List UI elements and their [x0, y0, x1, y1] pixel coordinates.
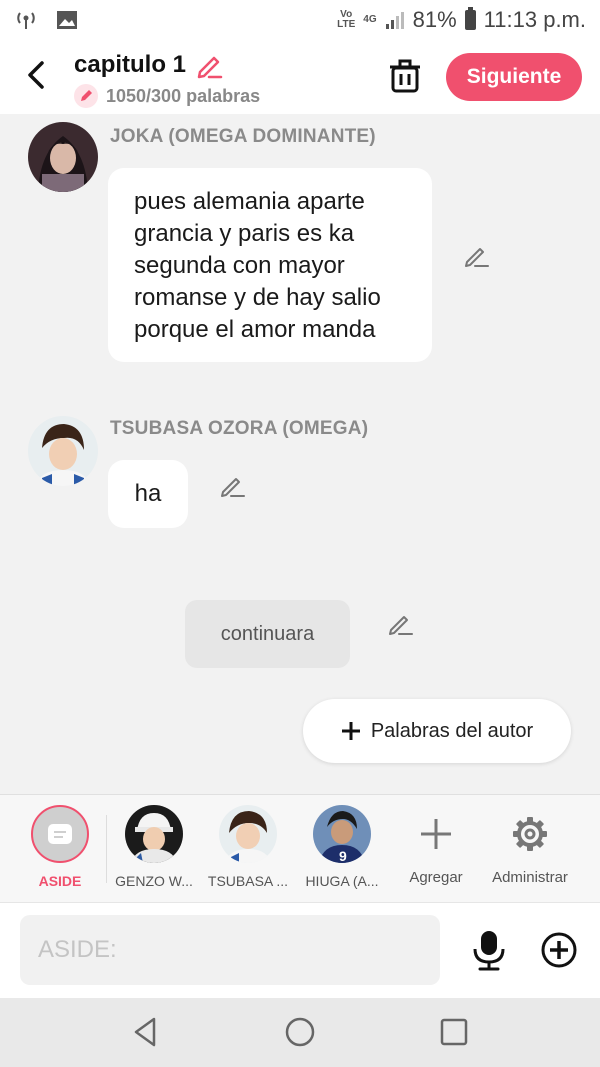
character-tsubasa[interactable]: TSUBASA ... [202, 805, 294, 889]
signal-icon [385, 12, 404, 29]
message-line: segunda con mayor [134, 252, 345, 279]
clock: 11:13 p.m. [483, 7, 586, 32]
character-genzo[interactable]: GENZO W... [108, 805, 200, 889]
status-bar: Vo LTE 4G 81% 11:13 p.m. [0, 0, 600, 40]
character-label: HIUGA (A... [305, 873, 379, 889]
character-label: ASIDE [38, 873, 82, 889]
word-count: 1050/300 palabras [106, 85, 261, 106]
battery-percent: 81% [412, 7, 457, 32]
microphone-icon[interactable] [470, 929, 508, 971]
character-hiuga[interactable]: 9 HIUGA (A... [296, 805, 388, 889]
add-character-label: Agregar [409, 869, 463, 886]
speaker-name: TSUBASA OZORA (OMEGA) [110, 418, 369, 439]
add-character-button[interactable]: Agregar [390, 805, 482, 886]
next-button[interactable]: Siguiente [446, 53, 582, 101]
system-nav-bar [0, 998, 600, 1067]
avatar-tsubasa[interactable] [28, 416, 98, 486]
author-words-button[interactable]: Palabras del autor [303, 699, 571, 763]
plus-icon [390, 805, 482, 863]
gear-icon [484, 805, 576, 863]
volte-indicator: Vo LTE [337, 9, 356, 30]
author-words-label: Palabras del autor [370, 719, 534, 742]
message-line: romanse y de hay salio [134, 284, 381, 311]
composer [0, 902, 600, 998]
speaker-name: JOKA (OMEGA DOMINANTE) [110, 126, 376, 147]
home-circle-icon[interactable] [282, 1014, 318, 1050]
gallery-icon [57, 11, 77, 29]
manage-characters-button[interactable]: Administrar [484, 805, 576, 886]
message-input[interactable] [20, 915, 440, 985]
narration-text: continuara [220, 622, 315, 645]
character-avatar [219, 805, 277, 863]
chapter-title: capitulo 1 [74, 51, 187, 78]
edit-title-pencil-icon[interactable] [194, 50, 224, 80]
manage-characters-label: Administrar [492, 869, 568, 886]
data-indicator: 4G [363, 14, 377, 25]
character-label: TSUBASA ... [207, 873, 289, 889]
edit-narration-pencil-icon[interactable] [386, 610, 414, 638]
back-triangle-icon[interactable] [128, 1014, 164, 1050]
hotspot-icon [17, 12, 35, 29]
message-text: ha [134, 480, 162, 507]
message-bubble[interactable]: pues alemania aparte grancia y paris es … [108, 168, 432, 362]
battery-icon [464, 7, 476, 30]
back-arrow-icon[interactable] [22, 58, 52, 92]
narration-bubble[interactable]: continuara [185, 600, 350, 668]
character-avatar: 9 [313, 805, 371, 863]
message-line: porque el amor manda [134, 316, 376, 343]
trash-icon[interactable] [388, 58, 422, 94]
edit-message-pencil-icon[interactable] [218, 472, 246, 500]
svg-text:9: 9 [339, 848, 347, 863]
pencil-badge-icon [74, 84, 98, 108]
recents-square-icon[interactable] [436, 1014, 472, 1050]
plus-icon [341, 722, 360, 740]
character-label: GENZO W... [115, 873, 193, 889]
story-chat: JOKA (OMEGA DOMINANTE) pues alemania apa… [0, 114, 600, 794]
add-circle-icon[interactable] [540, 931, 578, 969]
character-aside[interactable]: ASIDE [14, 805, 106, 889]
avatar-joka[interactable] [28, 122, 98, 192]
edit-message-pencil-icon[interactable] [462, 242, 490, 270]
message-bubble[interactable]: ha [108, 460, 188, 528]
character-avatar [125, 805, 183, 863]
character-selector: ASIDE GENZO W... TSUBASA ... 9 HIUGA (A.… [0, 794, 600, 902]
message-line: grancia y paris es ka [134, 220, 355, 247]
divider [106, 815, 107, 883]
message-line: pues alemania aparte [134, 188, 365, 215]
editor-header: capitulo 1 1050/300 palabras Siguiente [0, 40, 600, 114]
aside-icon [31, 805, 89, 863]
